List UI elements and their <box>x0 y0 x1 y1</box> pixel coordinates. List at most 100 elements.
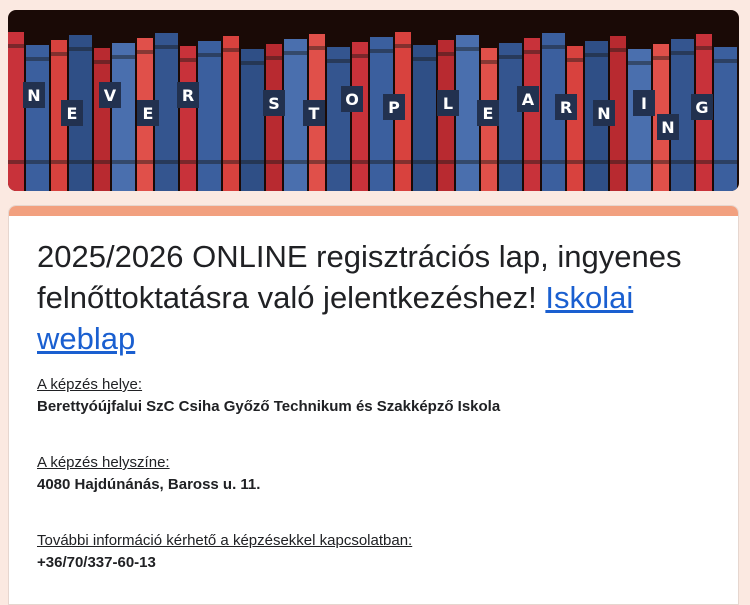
book-band <box>610 48 626 52</box>
book-band <box>395 160 411 164</box>
book-band <box>653 56 669 60</box>
book-band <box>284 160 307 164</box>
banner-letter: R <box>560 98 572 117</box>
banner-letter: E <box>143 104 154 123</box>
book-spine <box>524 38 540 191</box>
book-band <box>51 52 67 56</box>
banner-letter: T <box>309 104 320 123</box>
book-band <box>481 60 497 64</box>
banner-letter: A <box>522 90 535 109</box>
banner-letter: L <box>443 94 453 113</box>
info-value: Berettyóújfalui SzC Csiha Győző Techniku… <box>37 398 501 415</box>
book-spine <box>714 47 737 191</box>
banner-letter: N <box>661 118 674 137</box>
book-spine <box>266 44 282 191</box>
info-location: A képzés helye: Berettyóújfalui SzC Csih… <box>37 375 710 417</box>
book-band <box>94 160 110 164</box>
book-band <box>413 57 436 61</box>
book-spine <box>413 45 436 191</box>
book-band <box>327 160 350 164</box>
info-label: A képzés helye: <box>37 376 143 393</box>
form-header-card: 2025/2026 ONLINE regisztrációs lap, ingy… <box>8 205 739 605</box>
book-band <box>284 51 307 55</box>
book-band <box>456 160 479 164</box>
book-band <box>69 160 92 164</box>
book-band <box>567 58 583 62</box>
book-band <box>370 49 393 53</box>
banner-letter: G <box>695 98 708 117</box>
book-band <box>266 160 282 164</box>
book-band <box>542 160 565 164</box>
book-band <box>628 61 651 65</box>
book-band <box>309 160 325 164</box>
book-band <box>26 160 49 164</box>
book-band <box>180 160 196 164</box>
header-banner-image: NEVERSTOPLEARNING <box>8 10 739 191</box>
book-band <box>653 160 669 164</box>
book-band <box>327 59 350 63</box>
book-band <box>413 160 436 164</box>
book-band <box>714 59 737 63</box>
book-spine <box>352 42 368 191</box>
book-band <box>241 61 264 65</box>
book-band <box>481 160 497 164</box>
banner-letter: S <box>268 94 280 113</box>
book-band <box>180 58 196 62</box>
book-spine <box>180 46 196 191</box>
book-band <box>223 48 239 52</box>
book-band <box>112 55 135 59</box>
banner-letter: N <box>27 86 40 105</box>
book-band <box>198 53 221 57</box>
book-spine <box>26 45 49 191</box>
book-spine <box>456 35 479 191</box>
info-value: +36/70/337-60-13 <box>37 554 156 571</box>
book-band <box>155 160 178 164</box>
book-spine <box>223 36 239 191</box>
book-band <box>155 45 178 49</box>
book-band <box>94 60 110 64</box>
book-band <box>198 160 221 164</box>
book-band <box>524 160 540 164</box>
banner-letter: I <box>641 94 647 113</box>
book-band <box>266 56 282 60</box>
book-spine <box>327 47 350 191</box>
form-title: 2025/2026 ONLINE regisztrációs lap, ingy… <box>37 236 710 359</box>
book-band <box>26 57 49 61</box>
book-band <box>585 53 608 57</box>
book-band <box>69 47 92 51</box>
book-band <box>241 160 264 164</box>
info-address: A képzés helyszíne: 4080 Hajdúnánás, Bar… <box>37 453 710 495</box>
book-band <box>309 46 325 50</box>
book-spine <box>94 48 110 191</box>
info-label: A képzés helyszíne: <box>37 454 170 471</box>
book-band <box>223 160 239 164</box>
book-band <box>438 160 454 164</box>
book-band <box>671 51 694 55</box>
banner-letter: E <box>483 104 494 123</box>
banner-letter: E <box>67 104 78 123</box>
banner-letter: R <box>182 86 194 105</box>
book-band <box>499 160 522 164</box>
book-band <box>524 50 540 54</box>
book-band <box>352 54 368 58</box>
book-spine <box>499 43 522 191</box>
book-band <box>8 160 24 164</box>
banner-letter: P <box>388 98 400 117</box>
book-band <box>8 44 24 48</box>
banner-letter: O <box>345 90 359 109</box>
book-band <box>112 160 135 164</box>
book-band <box>671 160 694 164</box>
book-spine <box>8 32 24 191</box>
info-label: További információ kérhető a képzésekkel… <box>37 532 413 549</box>
banner-letter: V <box>104 86 117 105</box>
book-band <box>610 160 626 164</box>
book-band <box>714 160 737 164</box>
book-band <box>370 160 393 164</box>
book-band <box>567 160 583 164</box>
book-spine <box>241 49 264 191</box>
book-band <box>456 47 479 51</box>
book-spine <box>628 49 651 191</box>
card-accent-bar <box>9 206 738 216</box>
book-band <box>585 160 608 164</box>
book-band <box>438 52 454 56</box>
